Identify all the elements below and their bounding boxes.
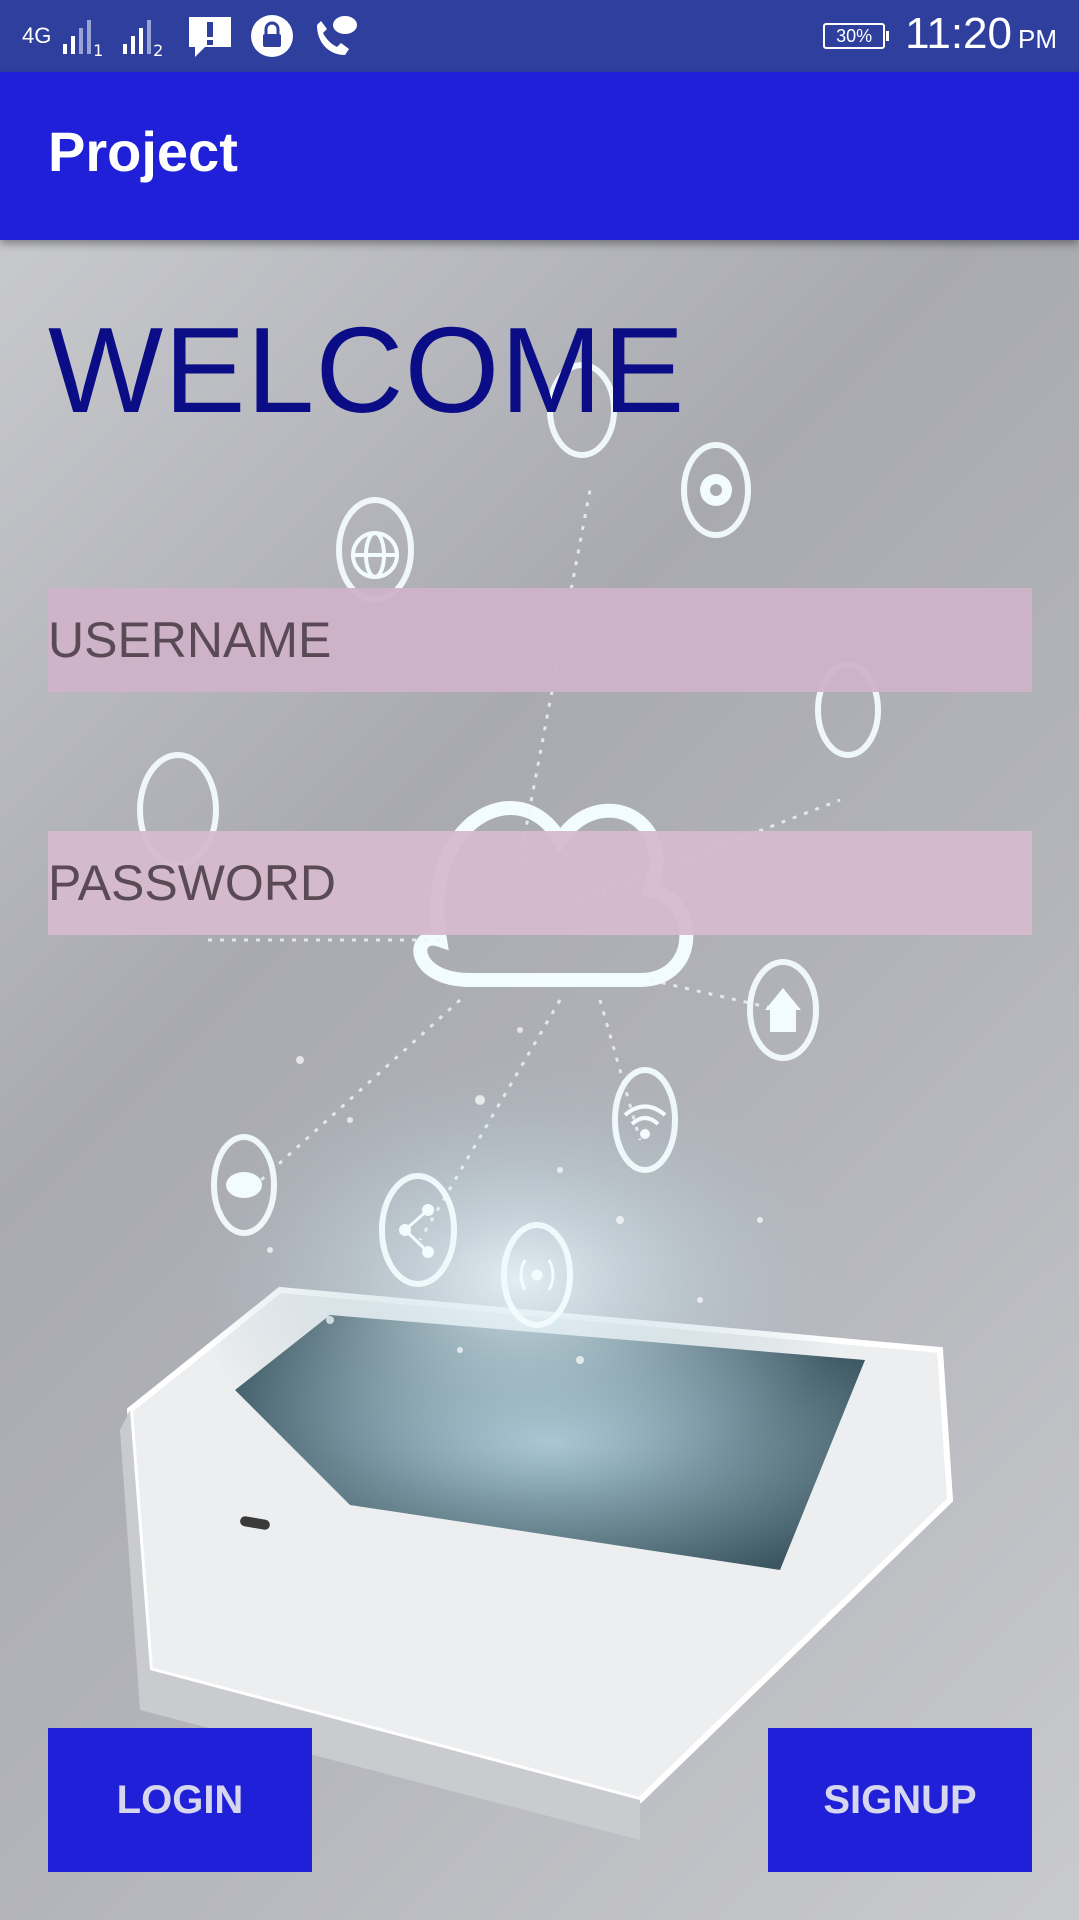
alert-icon	[185, 13, 235, 59]
sim2-label: 2	[153, 41, 164, 60]
welcome-heading: WELCOME	[48, 302, 686, 438]
status-bar: 4G 1 2 30% 11:20 PM	[0, 0, 1079, 72]
lock-icon	[247, 13, 297, 59]
clock-ampm: PM	[1018, 23, 1057, 54]
app-bar: Project	[0, 72, 1079, 240]
call-icon	[309, 13, 359, 59]
cloud-phone-illustration	[120, 362, 954, 1840]
signal-sim1-icon: 1	[63, 18, 103, 60]
username-input[interactable]	[48, 588, 1032, 692]
sim1-label: 1	[93, 41, 104, 60]
login-button[interactable]: LOGIN	[48, 1728, 312, 1872]
signal-sim2-icon: 2	[123, 18, 163, 60]
battery-icon: 30%	[823, 23, 890, 49]
background-illustration	[0, 240, 1079, 1920]
password-input[interactable]	[48, 831, 1032, 935]
status-bar-left: 4G 1 2	[22, 0, 359, 72]
network-type: 4G	[22, 23, 52, 48]
clock: 11:20 PM	[905, 8, 1057, 61]
signup-button[interactable]: SIGNUP	[768, 1728, 1032, 1872]
clock-time: 11:20	[905, 8, 1012, 58]
app-title: Project	[48, 120, 238, 183]
status-bar-right: 30% 11:20 PM	[823, 0, 1057, 72]
